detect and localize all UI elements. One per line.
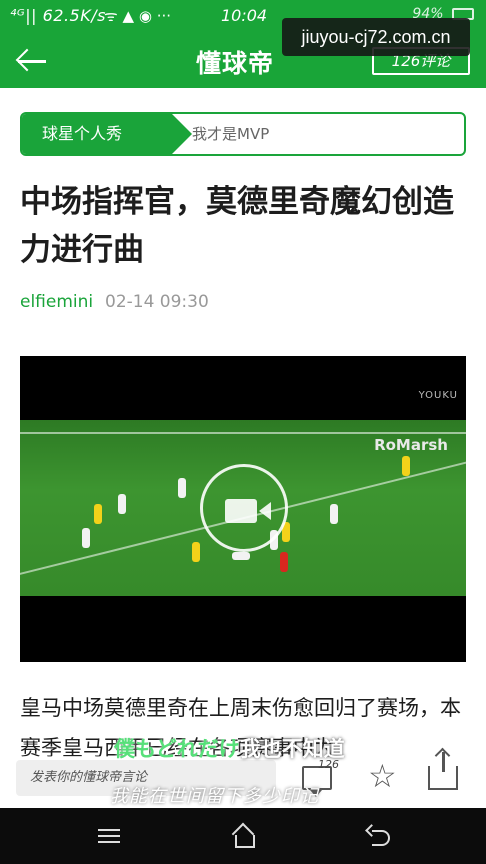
home-icon[interactable] xyxy=(232,826,255,848)
player-figure xyxy=(402,456,410,476)
article-author[interactable]: elfiemini xyxy=(20,292,93,312)
player-figure xyxy=(330,504,338,524)
system-nav-bar xyxy=(0,808,486,864)
player-figure xyxy=(94,504,102,524)
lyric-japanese: 僕もどれだけ xyxy=(114,737,240,761)
menu-icon[interactable] xyxy=(98,829,120,843)
more-icon: ··· xyxy=(156,7,171,25)
site-watermark: jiuyou-cj72.com.cn xyxy=(282,18,470,56)
player-figure xyxy=(192,542,200,562)
player-figure xyxy=(118,494,126,514)
video-player[interactable]: YOUKU RoMarsh xyxy=(20,356,466,662)
back-arrow-icon[interactable] xyxy=(16,47,48,75)
player-figure xyxy=(232,552,250,560)
article-date: 02-14 09:30 xyxy=(105,292,209,312)
referee-figure xyxy=(280,552,288,572)
player-figure xyxy=(82,528,90,548)
signal-icon: ▲ xyxy=(122,7,135,25)
youku-watermark: YOUKU xyxy=(418,390,458,401)
play-button[interactable] xyxy=(200,464,288,552)
category-tag[interactable]: 球星个人秀 xyxy=(22,114,192,154)
lyric-chinese: 我也不知道 xyxy=(239,737,345,761)
nav-back-icon[interactable] xyxy=(366,826,390,846)
player-figure xyxy=(178,478,186,498)
lyric-line-1: 僕もどれだけ我也不知道 xyxy=(114,733,345,763)
category-banner[interactable]: 球星个人秀 我才是MVP xyxy=(20,112,466,156)
message-icon: ◉ xyxy=(138,7,152,25)
channel-watermark: RoMarsh xyxy=(374,436,448,454)
category-subtag: 我才是MVP xyxy=(192,125,270,143)
app-logo: 懂球帝 xyxy=(196,49,275,78)
lyric-line-2: 我能在世间留下多少印记 xyxy=(110,786,319,807)
wifi-icon: ᯤ xyxy=(104,7,118,25)
pitch-line xyxy=(20,432,466,434)
network-speed: ⁴ᴳ|| 62.5K/s xyxy=(10,6,106,25)
article-title: 中场指挥官，莫德里奇魔幻创造力进行曲 xyxy=(20,184,454,268)
status-icons: ᯤ ▲ ◉ ··· xyxy=(104,6,171,26)
share-icon[interactable] xyxy=(428,752,458,790)
video-camera-icon xyxy=(225,499,271,523)
status-time: 10:04 xyxy=(221,6,268,25)
star-icon[interactable]: ☆ xyxy=(368,758,397,794)
